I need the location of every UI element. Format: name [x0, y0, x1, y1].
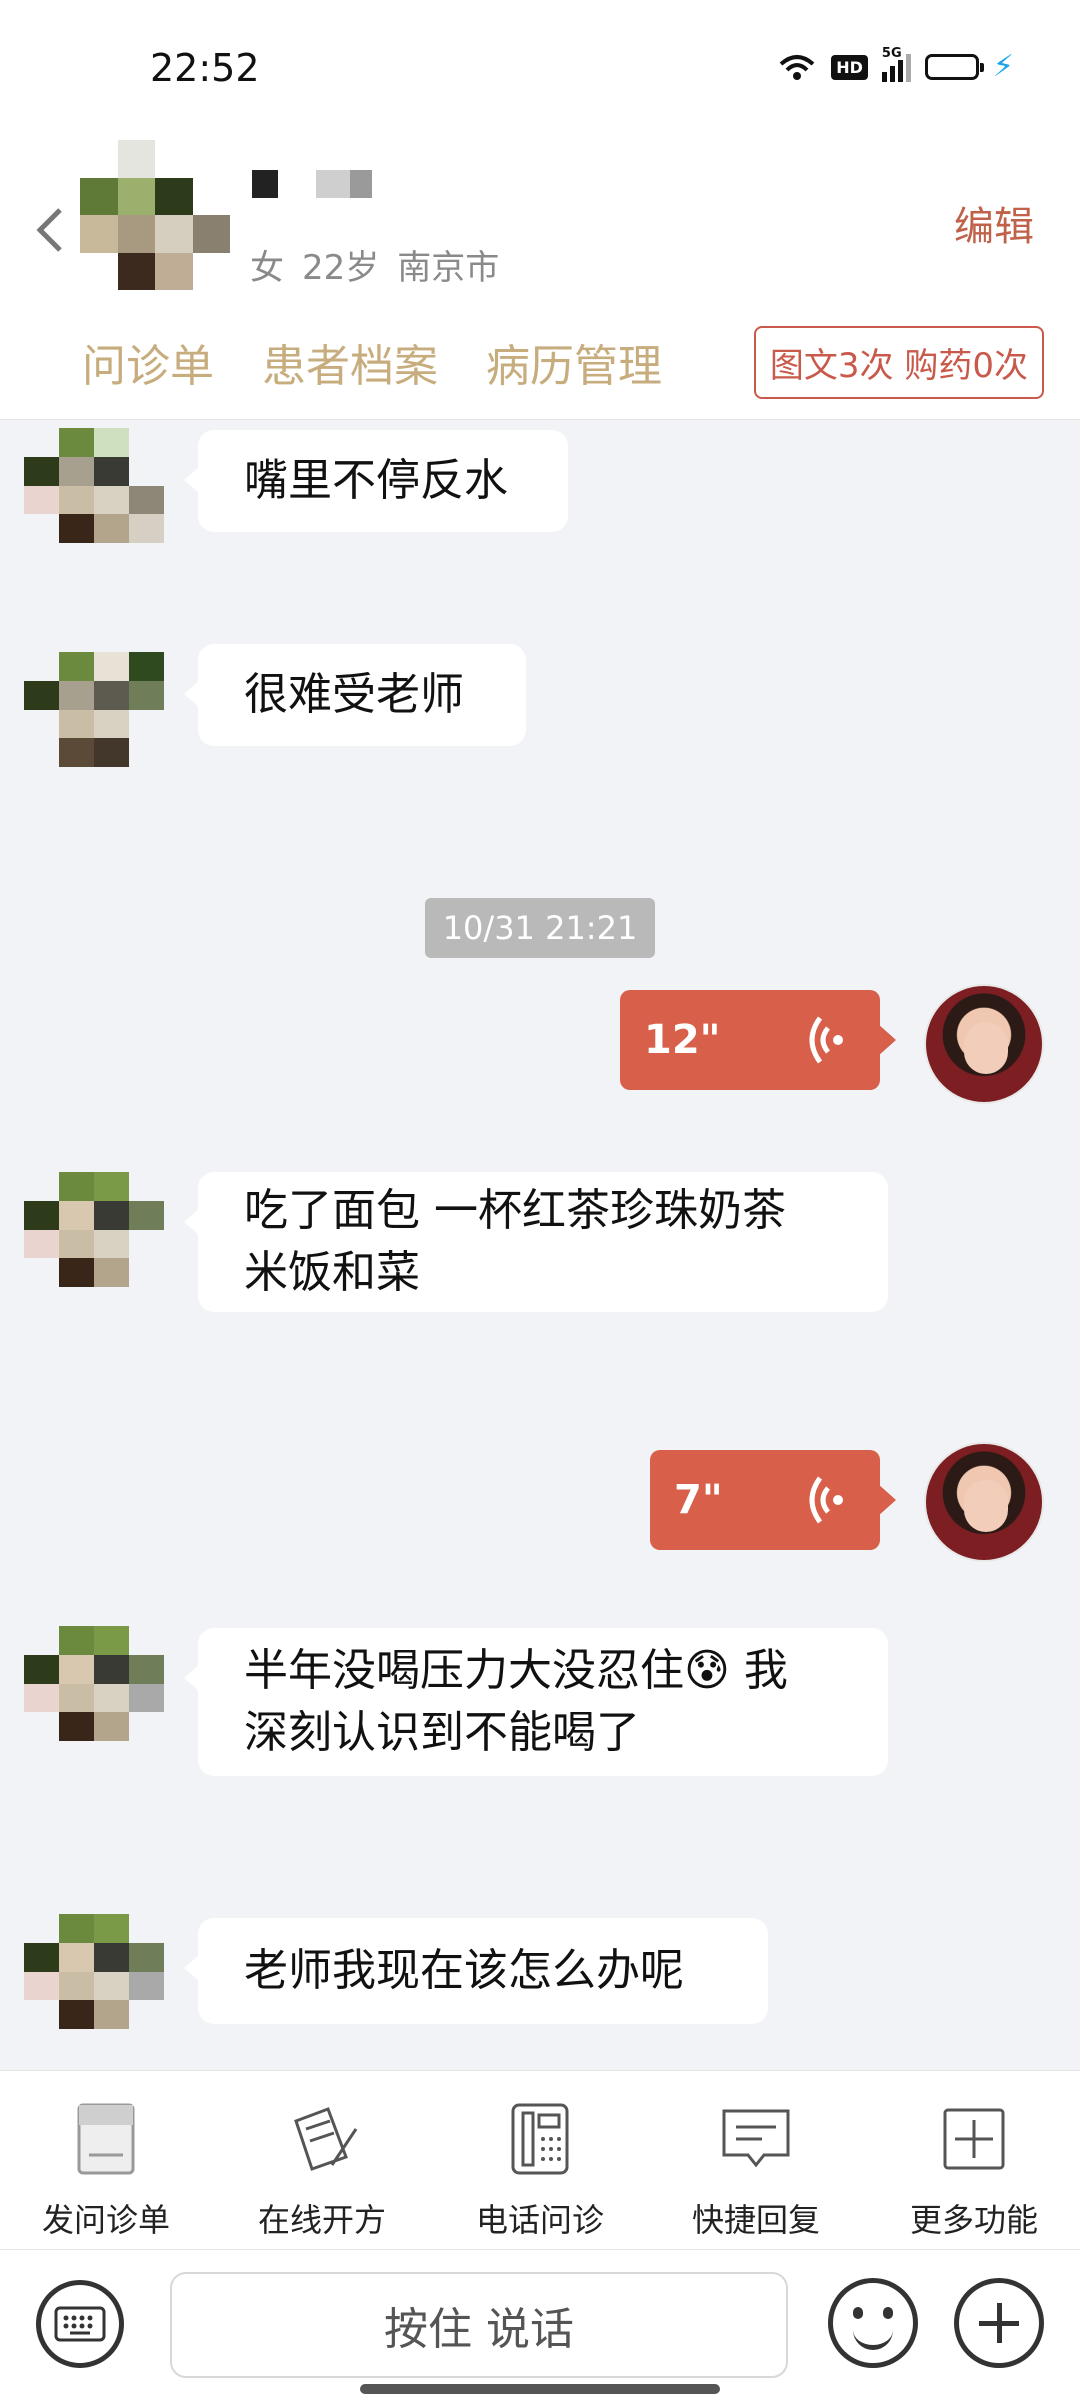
- tool-label: 更多功能: [909, 2201, 1038, 2239]
- quick-reply-button[interactable]: 快捷回复: [656, 2089, 856, 2241]
- doctor-avatar[interactable]: [924, 1442, 1044, 1562]
- phone-icon: [511, 2103, 569, 2175]
- voice-duration: 12": [644, 1017, 721, 1063]
- tool-label: 电话问诊: [475, 2201, 604, 2239]
- prescription-icon: [294, 2107, 358, 2171]
- patient-message[interactable]: 半年没喝压力大没忍住😰 我 深刻认识到不能喝了: [184, 1628, 888, 1776]
- message-line: 米饭和菜: [244, 1247, 420, 1298]
- voice-wave-icon: [809, 1016, 843, 1064]
- voice-message[interactable]: 12": [620, 990, 896, 1090]
- tab-consult-form[interactable]: 问诊单: [82, 330, 214, 394]
- doctor-avatar[interactable]: [924, 984, 1044, 1104]
- quick-reply-icon: [722, 2109, 790, 2168]
- tool-label: 发问诊单: [41, 2201, 170, 2239]
- voice-message[interactable]: 7": [650, 1450, 896, 1550]
- back-icon[interactable]: [30, 200, 70, 260]
- home-indicator[interactable]: [360, 2384, 720, 2394]
- header-tabs: 问诊单 患者档案 病历管理: [82, 330, 662, 394]
- status-icons: HD 5G ⚡: [777, 46, 1014, 84]
- tool-label: 在线开方: [257, 2201, 386, 2239]
- message-timestamp: 10/31 21:21: [425, 898, 655, 958]
- patient-gender: 女: [250, 248, 284, 288]
- patient-message[interactable]: 很难受老师: [184, 644, 526, 746]
- wifi-icon: [777, 52, 817, 82]
- emoji-icon[interactable]: [828, 2278, 918, 2368]
- voice-wave-icon: [809, 1476, 843, 1524]
- online-prescription-button[interactable]: 在线开方: [222, 2089, 422, 2241]
- consult-quota-badge[interactable]: 图文3次 购药0次: [753, 326, 1044, 399]
- voice-duration: 7": [674, 1477, 723, 1523]
- phone-consult-button[interactable]: 电话问诊: [440, 2089, 640, 2241]
- message-line: 半年没喝压力大没忍住😰 我: [244, 1644, 788, 1696]
- chat-area[interactable]: 嘴里不停反水 很难受老师 10/31 21:21 12" 吃了面包 一杯红茶珍珠…: [0, 420, 1080, 2070]
- patient-city: 南京市: [397, 248, 500, 288]
- keyboard-icon: [54, 2306, 106, 2342]
- send-consult-form-button[interactable]: 发问诊单: [6, 2089, 206, 2241]
- patient-name-masked: [252, 170, 372, 198]
- tab-medical-records[interactable]: 病历管理: [486, 330, 662, 394]
- tab-patient-file[interactable]: 患者档案: [262, 330, 438, 394]
- patient-message[interactable]: 嘴里不停反水: [184, 430, 568, 532]
- battery-icon: [924, 54, 984, 80]
- patient-avatar-small[interactable]: [24, 1914, 164, 2029]
- patient-age: 22岁: [302, 248, 380, 288]
- input-bar: 按住 说话: [0, 2250, 1080, 2400]
- status-time: 22:52: [150, 46, 260, 90]
- status-bar: 22:52 HD 5G ⚡: [0, 0, 1080, 130]
- tool-label: 快捷回复: [691, 2201, 820, 2239]
- more-functions-button[interactable]: 更多功能: [874, 2089, 1074, 2241]
- patient-avatar[interactable]: [80, 140, 230, 290]
- function-toolbar: 发问诊单 在线开方 电话问诊 快捷回复 更多功能: [0, 2070, 1080, 2250]
- patient-avatar-small[interactable]: [24, 1172, 164, 1287]
- message-line: 深刻认识到不能喝了: [244, 1707, 640, 1758]
- hold-to-talk-button[interactable]: 按住 说话: [170, 2272, 788, 2378]
- form-icon: [77, 2103, 135, 2175]
- patient-avatar-small[interactable]: [24, 1626, 164, 1741]
- patient-avatar-small[interactable]: [24, 428, 164, 543]
- patient-message[interactable]: 吃了面包 一杯红茶珍珠奶茶 米饭和菜: [184, 1172, 888, 1312]
- patient-header: 女 22岁 南京市 编辑 问诊单 患者档案 病历管理 图文3次 购药0次: [0, 130, 1080, 420]
- message-line: 吃了面包 一杯红茶珍珠奶茶: [244, 1184, 786, 1236]
- edit-button[interactable]: 编辑: [954, 194, 1034, 252]
- keyboard-toggle-button[interactable]: [36, 2280, 124, 2368]
- network-label: 5G: [881, 46, 902, 61]
- hd-icon: HD: [831, 54, 868, 80]
- patient-avatar-small[interactable]: [24, 652, 164, 767]
- signal-icon: 5G: [881, 46, 911, 82]
- patient-message[interactable]: 老师我现在该怎么办呢: [184, 1918, 768, 2024]
- add-attachment-icon[interactable]: [954, 2278, 1044, 2368]
- patient-info: 女 22岁 南京市: [250, 240, 517, 289]
- more-icon: [943, 2108, 1005, 2170]
- charging-icon: ⚡: [992, 49, 1014, 84]
